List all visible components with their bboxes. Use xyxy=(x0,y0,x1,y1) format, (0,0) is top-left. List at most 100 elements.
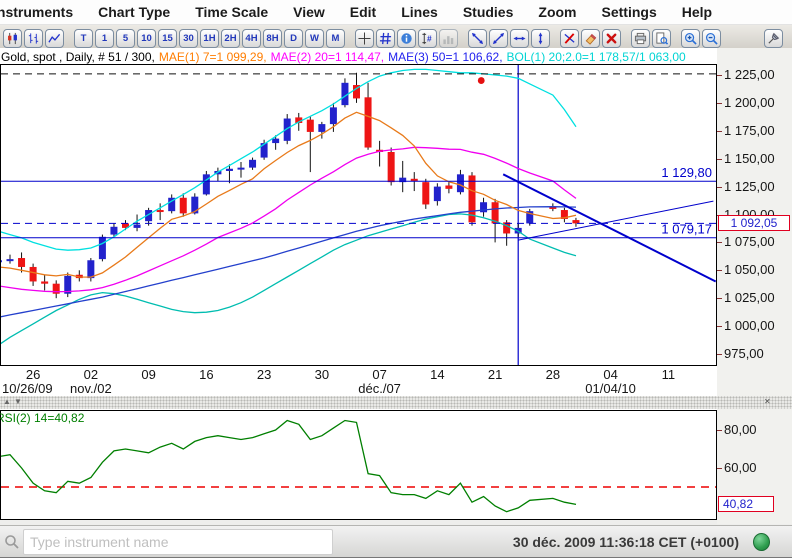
trading-app-window: Instruments Chart Type Time Scale View Edit L… xyxy=(0,0,792,558)
toolbar-group xyxy=(681,29,721,48)
y-tick-label: 1 175,00 xyxy=(724,123,775,138)
timeframe-d-button[interactable]: D xyxy=(284,29,303,48)
timeframe-t-button[interactable]: T xyxy=(74,29,93,48)
timeframe-1h-button[interactable]: 1H xyxy=(200,29,219,48)
zoom-out-button[interactable] xyxy=(702,29,721,48)
line-chart-button[interactable] xyxy=(45,29,64,48)
clock-timestamp: 30 déc. 2009 11:36:18 CET (+0100) xyxy=(513,534,739,550)
candle xyxy=(457,174,464,192)
horizontal-line-tool-button[interactable] xyxy=(510,29,529,48)
instrument-search-input[interactable] xyxy=(23,529,333,555)
zoom-out-icon xyxy=(705,32,718,45)
panel-splitter[interactable]: ▲ ▼ ✕ xyxy=(0,396,792,409)
menu-item-zoom[interactable]: Zoom xyxy=(538,4,576,20)
price-ruler-button[interactable]: # xyxy=(418,29,437,48)
rsi-tick-label: 60,00 xyxy=(724,460,757,475)
legend-segment: BOL(1) 20;2.0=1 178,57/1 063,00 xyxy=(507,50,686,64)
remove-line-button[interactable] xyxy=(560,29,579,48)
level-label: 1 129,80 xyxy=(661,165,712,180)
candlestick-chart-button[interactable] xyxy=(3,29,22,48)
grid-button[interactable] xyxy=(376,29,395,48)
candle xyxy=(157,210,164,212)
candle xyxy=(110,227,117,235)
chart-legend: Gold, spot , Daily, # 51 / 300, MAE(1) 7=… xyxy=(1,50,690,64)
zoom-in-button[interactable] xyxy=(681,29,700,48)
x-day-label: 09 xyxy=(117,367,181,382)
delete-all-drawings-button[interactable] xyxy=(602,29,621,48)
print-preview-icon xyxy=(655,32,668,45)
rsi-plot-border xyxy=(1,411,717,520)
x-day-label: 04 xyxy=(579,367,643,382)
menu-item-instruments[interactable]: Instruments xyxy=(0,4,73,20)
menu-item-time-scale[interactable]: Time Scale xyxy=(195,4,268,20)
toolbar-group: # xyxy=(355,29,458,48)
menu-item-studies[interactable]: Studies xyxy=(463,4,514,20)
timeframe-1-button[interactable]: 1 xyxy=(95,29,114,48)
candle xyxy=(422,182,429,204)
candle xyxy=(249,160,256,168)
trendline-down-button[interactable] xyxy=(468,29,487,48)
ohlc-bar-chart-icon xyxy=(27,32,40,45)
main-chart-canvas[interactable]: 1 129,801 079,17 xyxy=(0,64,717,366)
timeframe-10-button[interactable]: 10 xyxy=(137,29,156,48)
legend-segment: Gold, spot , Daily, # 51 / 300, xyxy=(1,50,155,64)
y-tick xyxy=(717,242,722,243)
timeframe-m-button[interactable]: M xyxy=(326,29,345,48)
volume-histogram-button[interactable] xyxy=(439,29,458,48)
timeframe-30-button[interactable]: 30 xyxy=(179,29,198,48)
candle xyxy=(330,107,337,124)
y-tick-label: 975,00 xyxy=(724,346,764,361)
timeframe-w-button[interactable]: W xyxy=(305,29,324,48)
timeframe-15-button[interactable]: 15 xyxy=(158,29,177,48)
timeframe-8h-button[interactable]: 8H xyxy=(263,29,282,48)
candle xyxy=(411,179,418,181)
menu-item-edit[interactable]: Edit xyxy=(350,4,376,20)
y-tick-label: 1 125,00 xyxy=(724,179,775,194)
x-month-label: déc./07 xyxy=(348,381,412,396)
toolbar-group xyxy=(560,29,621,48)
svg-text:#: # xyxy=(427,33,432,43)
timeframe-4h-button[interactable]: 4H xyxy=(242,29,261,48)
remove-line-icon xyxy=(563,32,576,45)
y-tick-label: 1 050,00 xyxy=(724,262,775,277)
plot-border xyxy=(1,65,717,366)
horizontal-line-tool-icon xyxy=(513,32,526,45)
x-day-label: 02 xyxy=(59,367,123,382)
print-button[interactable] xyxy=(631,29,650,48)
legend-segment: MAE(1) 7=1 099,29, xyxy=(159,50,267,64)
legend-segment: MAE(3) 50=1 106,62, xyxy=(388,50,502,64)
menu-item-lines[interactable]: Lines xyxy=(401,4,438,20)
y-tick-label: 1 200,00 xyxy=(724,95,775,110)
pin-button[interactable] xyxy=(764,29,783,48)
rsi-chart-canvas[interactable] xyxy=(0,410,717,520)
menu-item-view[interactable]: View xyxy=(293,4,325,20)
y-tick-label: 1 225,00 xyxy=(724,67,775,82)
trendline-up-icon xyxy=(492,32,505,45)
collapse-up-icon[interactable]: ▲ xyxy=(3,397,11,407)
vertical-line-tool-button[interactable] xyxy=(531,29,550,48)
ohlc-bar-chart-button[interactable] xyxy=(24,29,43,48)
menu-item-chart-type[interactable]: Chart Type xyxy=(98,4,170,20)
collapse-down-icon[interactable]: ▼ xyxy=(14,397,22,407)
close-panel-icon[interactable]: ✕ xyxy=(764,397,771,407)
timeframe-5-button[interactable]: 5 xyxy=(116,29,135,48)
print-preview-button[interactable] xyxy=(652,29,671,48)
crosshair-button[interactable] xyxy=(355,29,374,48)
y-tick-label: 1 075,00 xyxy=(724,234,775,249)
eraser-button[interactable] xyxy=(581,29,600,48)
y-tick-label: 1 000,00 xyxy=(724,318,775,333)
y-tick xyxy=(717,354,722,355)
rsi-tick xyxy=(717,430,722,431)
toolbar-group: T151015301H2H4H8HDWM xyxy=(74,29,345,48)
candle xyxy=(307,120,314,132)
rsi-tick xyxy=(717,468,722,469)
timeframe-2h-button[interactable]: 2H xyxy=(221,29,240,48)
price-ruler-icon: # xyxy=(421,32,434,45)
menu-item-settings[interactable]: Settings xyxy=(602,4,657,20)
menu-item-help[interactable]: Help xyxy=(682,4,712,20)
candle xyxy=(318,124,325,132)
trendline-up-button[interactable] xyxy=(489,29,508,48)
x-day-label: 28 xyxy=(521,367,585,382)
info-button[interactable] xyxy=(397,29,416,48)
y-tick xyxy=(717,159,722,160)
